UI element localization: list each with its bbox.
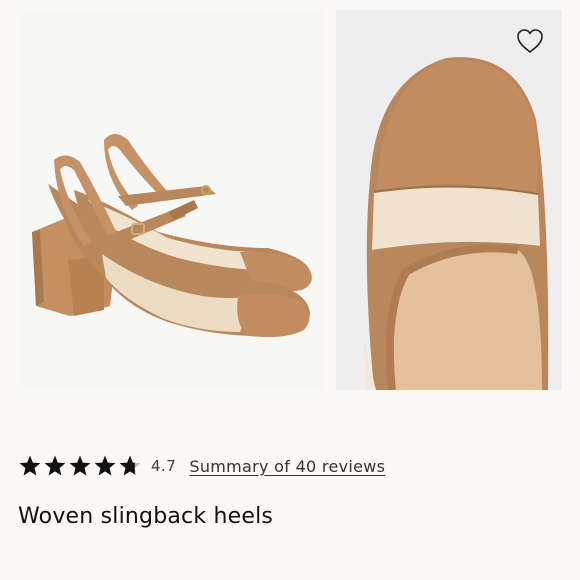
rating-value: 4.7 bbox=[151, 457, 177, 475]
wishlist-heart-icon[interactable] bbox=[514, 26, 546, 56]
star-filled-icon bbox=[44, 455, 66, 476]
star-rating bbox=[18, 454, 143, 478]
product-title: Woven slingback heels bbox=[18, 504, 274, 529]
product-image-main[interactable] bbox=[18, 10, 324, 390]
product-image-detail[interactable] bbox=[336, 10, 562, 390]
rating-row: 4.7 Summary of 40 reviews bbox=[18, 452, 385, 480]
star-filled-icon bbox=[69, 455, 91, 476]
star-partial-icon bbox=[119, 455, 141, 476]
toe-detail-photo bbox=[336, 10, 562, 390]
star-filled-icon bbox=[19, 455, 41, 476]
star-filled-icon bbox=[94, 455, 116, 476]
product-image-gallery[interactable] bbox=[0, 0, 580, 392]
reviews-summary-link[interactable]: Summary of 40 reviews bbox=[189, 457, 385, 476]
slingback-heels-photo bbox=[32, 134, 312, 338]
